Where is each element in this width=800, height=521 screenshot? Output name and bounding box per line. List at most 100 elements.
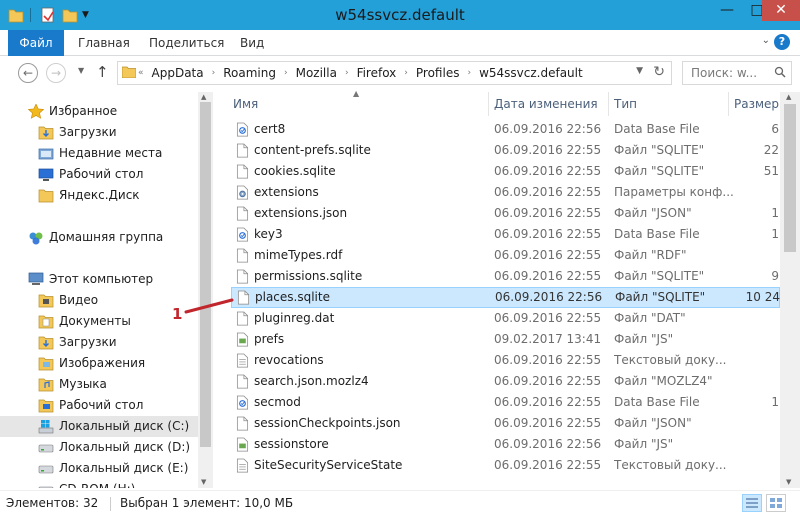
nav-desktop-pc[interactable]: Рабочий стол xyxy=(0,395,198,416)
file-row[interactable]: extensions.json 06.09.2016 22:55 Файл "JSO… xyxy=(231,203,780,224)
nav-downloads-pc[interactable]: Загрузки xyxy=(0,332,198,353)
nav-desktop[interactable]: Рабочий стол xyxy=(0,164,198,185)
nav-pictures[interactable]: Изображения xyxy=(0,353,198,374)
file-type: Файл "JS" xyxy=(614,437,674,451)
file-row[interactable]: prefs 09.02.2017 13:41 Файл "JS" xyxy=(231,329,780,350)
recent-locations-dropdown-icon[interactable]: ▼ xyxy=(78,66,84,75)
nav-videos[interactable]: Видео xyxy=(0,290,198,311)
blank-file-icon xyxy=(236,164,249,179)
column-divider[interactable] xyxy=(488,92,489,116)
back-button[interactable]: ← xyxy=(18,63,38,83)
nav-homegroup[interactable]: Домашняя группа xyxy=(0,227,198,248)
file-row[interactable]: places.sqlite 06.09.2016 22:56 Файл "SQLIT… xyxy=(231,287,780,308)
nav-scrollbar[interactable]: ▲ ▼ xyxy=(198,92,213,488)
column-divider[interactable] xyxy=(608,92,609,116)
nav-documents[interactable]: Документы xyxy=(0,311,198,332)
nav-drive-e[interactable]: Локальный диск (E:) xyxy=(0,458,198,479)
details-view-button[interactable] xyxy=(742,494,762,512)
folder-icon xyxy=(38,189,54,203)
breadcrumb-separator-icon[interactable]: › xyxy=(345,66,349,81)
file-date: 06.09.2016 22:55 xyxy=(494,374,602,388)
column-date[interactable]: Дата изменения xyxy=(494,97,598,111)
file-row[interactable]: secmod 06.09.2016 22:55 Data Base File 1 xyxy=(231,392,780,413)
file-name: cert8 xyxy=(254,122,286,136)
large-icons-view-button[interactable] xyxy=(766,494,786,512)
nav-this-pc[interactable]: Этот компьютер xyxy=(0,269,198,290)
breadcrumb-mozilla[interactable]: Mozilla xyxy=(296,66,337,81)
file-type: Файл "SQLITE" xyxy=(615,290,706,304)
scrollbar-thumb[interactable] xyxy=(200,102,211,447)
breadcrumb-separator-icon[interactable]: › xyxy=(212,66,216,81)
text-file-icon xyxy=(236,353,249,368)
minimize-button[interactable]: — xyxy=(712,0,742,21)
scroll-up-icon[interactable]: ▲ xyxy=(201,93,206,101)
file-row[interactable]: pluginreg.dat 06.09.2016 22:55 Файл "DAT" xyxy=(231,308,780,329)
file-type: Файл "DAT" xyxy=(614,311,686,325)
file-list-scrollbar[interactable]: ▲ ▼ xyxy=(780,92,800,488)
nav-downloads[interactable]: Загрузки xyxy=(0,122,198,143)
nav-label: Локальный диск (E:) xyxy=(59,461,189,475)
breadcrumb-appdata[interactable]: AppData xyxy=(152,66,204,81)
file-row[interactable]: content-prefs.sqlite 06.09.2016 22:55 Файл… xyxy=(231,140,780,161)
nav-drive-c[interactable]: Локальный диск (C:) xyxy=(0,416,198,437)
breadcrumb-separator-icon[interactable]: › xyxy=(467,66,471,81)
breadcrumb-profiles[interactable]: Profiles xyxy=(416,66,460,81)
blank-file-icon xyxy=(236,311,249,326)
file-row[interactable]: search.json.mozlz4 06.09.2016 22:55 Файл "… xyxy=(231,371,780,392)
nav-recent-places[interactable]: Недавние места xyxy=(0,143,198,164)
file-row[interactable]: mimeTypes.rdf 06.09.2016 22:55 Файл "RDF" xyxy=(231,245,780,266)
forward-button[interactable]: → xyxy=(46,63,66,83)
search-icon[interactable] xyxy=(774,66,786,78)
up-button[interactable]: ↑ xyxy=(96,63,109,81)
nav-favorites[interactable]: Избранное xyxy=(0,101,198,122)
tab-home[interactable]: Главная xyxy=(78,30,130,56)
file-size: 1 xyxy=(771,395,779,409)
nav-cdrom[interactable]: CD-ROM (H:) xyxy=(0,479,198,488)
scrollbar-thumb[interactable] xyxy=(784,104,796,252)
scroll-down-icon[interactable]: ▼ xyxy=(786,478,791,486)
tab-share[interactable]: Поделиться xyxy=(149,30,224,56)
column-size[interactable]: Размер xyxy=(734,97,779,111)
address-dropdown-icon[interactable]: ▼ xyxy=(636,66,643,76)
help-button[interactable]: ? xyxy=(774,34,790,50)
nav-drive-d[interactable]: Локальный диск (D:) xyxy=(0,437,198,458)
column-divider[interactable] xyxy=(728,92,729,116)
folder-icon xyxy=(122,66,136,78)
scroll-up-icon[interactable]: ▲ xyxy=(786,93,791,101)
search-input[interactable]: Поиск: w... xyxy=(682,61,792,85)
close-button[interactable]: ✕ xyxy=(762,0,800,21)
column-name[interactable]: Имя xyxy=(233,97,258,111)
nav-label: Рабочий стол xyxy=(59,398,144,412)
file-date: 06.09.2016 22:56 xyxy=(495,290,603,304)
file-row[interactable]: revocations 06.09.2016 22:55 Текстовый док… xyxy=(231,350,780,371)
file-row[interactable]: SiteSecurityServiceState 06.09.2016 22:55… xyxy=(231,455,780,476)
refresh-icon[interactable]: ↻ xyxy=(653,64,665,80)
windows-drive-icon xyxy=(38,420,54,434)
file-row[interactable]: extensions 06.09.2016 22:55 Параметры конф… xyxy=(231,182,780,203)
breadcrumb-roaming[interactable]: Roaming xyxy=(223,66,276,81)
breadcrumb-separator-icon[interactable]: › xyxy=(284,66,288,81)
breadcrumb-separator-icon[interactable]: › xyxy=(404,66,408,81)
column-type[interactable]: Тип xyxy=(614,97,637,111)
homegroup-icon xyxy=(29,232,43,245)
tab-view[interactable]: Вид xyxy=(240,30,264,56)
file-row[interactable]: key3 06.09.2016 22:55 Data Base File 1 xyxy=(231,224,780,245)
expand-ribbon-icon[interactable]: ⌄ xyxy=(762,35,770,46)
breadcrumb-current[interactable]: w54ssvcz.default xyxy=(479,66,583,81)
file-date: 09.02.2017 13:41 xyxy=(494,332,602,346)
nav-music[interactable]: Музыка xyxy=(0,374,198,395)
file-row[interactable]: sessionstore 06.09.2016 22:56 Файл "JS" xyxy=(231,434,780,455)
star-icon xyxy=(28,104,44,119)
address-bar[interactable]: « AppData › Roaming › Mozilla › Firefox … xyxy=(117,61,672,85)
nav-yandex-disk[interactable]: Яндекс.Диск xyxy=(0,185,198,206)
file-row[interactable]: cookies.sqlite 06.09.2016 22:55 Файл "SQLI… xyxy=(231,161,780,182)
file-size: 6 xyxy=(771,122,779,136)
breadcrumb-firefox[interactable]: Firefox xyxy=(357,66,397,81)
file-row[interactable]: cert8 06.09.2016 22:56 Data Base File 6 xyxy=(231,119,780,140)
tab-file[interactable]: Файл xyxy=(8,30,64,56)
breadcrumb-overflow[interactable]: « xyxy=(138,66,144,81)
file-row[interactable]: sessionCheckpoints.json 06.09.2016 22:55 Ф… xyxy=(231,413,780,434)
file-date: 06.09.2016 22:55 xyxy=(494,395,602,409)
file-row[interactable]: permissions.sqlite 06.09.2016 22:55 Файл "… xyxy=(231,266,780,287)
scroll-down-icon[interactable]: ▼ xyxy=(201,478,206,486)
